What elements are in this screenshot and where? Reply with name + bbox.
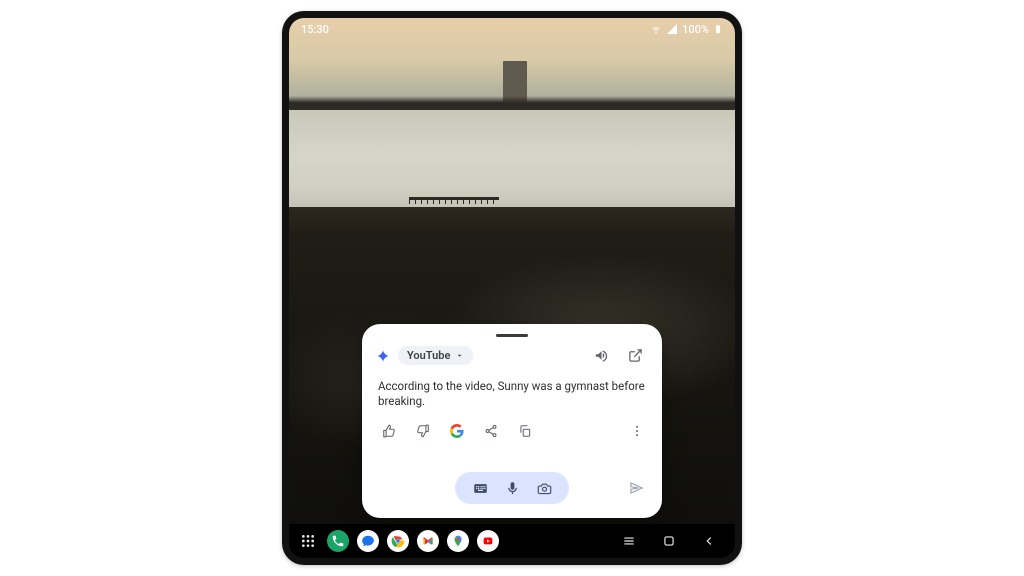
response-actions [378,420,648,442]
gmail-app-icon[interactable] [417,530,439,552]
messages-app-icon[interactable] [357,530,379,552]
device-screen: 15:30 100% YouTube [289,18,735,558]
more-options-button[interactable] [626,420,648,442]
taskbar [289,524,735,558]
speaker-icon [594,348,609,363]
share-button[interactable] [480,420,502,442]
camera-icon [537,481,552,496]
maps-app-icon[interactable] [447,530,469,552]
system-navigation [619,531,725,551]
status-right: 100% [650,23,723,36]
google-logo-icon [450,424,464,438]
open-in-new-icon [628,348,643,363]
chevron-down-icon [455,351,464,360]
battery-icon [713,23,723,35]
google-search-button[interactable] [446,420,468,442]
mic-button[interactable] [503,479,521,497]
apps-grid-icon [300,533,316,549]
youtube-app-icon[interactable] [477,530,499,552]
back-button[interactable] [699,531,719,551]
wifi-icon [650,23,662,35]
thumb-up-button[interactable] [378,420,400,442]
status-bar: 15:30 100% [289,18,735,40]
send-button[interactable] [629,481,644,496]
dock [327,530,499,552]
thumb-up-icon [382,424,396,438]
recents-button[interactable] [619,531,639,551]
status-time: 15:30 [301,23,329,36]
share-icon [484,424,498,438]
recents-icon [622,534,636,548]
speaker-button[interactable] [588,343,614,369]
status-battery-text: 100% [682,23,709,36]
keyboard-icon [473,481,488,496]
phone-app-icon[interactable] [327,530,349,552]
all-apps-button[interactable] [299,532,317,550]
chrome-app-icon[interactable] [387,530,409,552]
signal-icon [666,23,678,35]
thumb-down-button[interactable] [412,420,434,442]
home-icon [662,534,676,548]
input-mode-pill [455,472,569,504]
thumb-down-icon [416,424,430,438]
open-in-new-button[interactable] [622,343,648,369]
assistant-response-text: According to the video, Sunny was a gymn… [378,379,646,410]
gemini-spark-icon [376,349,390,363]
source-chip[interactable]: YouTube [398,346,473,365]
send-icon [629,481,644,496]
camera-button[interactable] [535,479,553,497]
source-chip-label: YouTube [407,349,450,362]
mic-icon [505,481,520,496]
assistant-input-row [376,470,648,506]
foldable-device-frame: 15:30 100% YouTube [282,11,742,565]
assistant-header: YouTube [376,343,648,369]
drag-handle[interactable] [496,334,528,337]
keyboard-button[interactable] [471,479,489,497]
assistant-panel: YouTube According to the video, Sunny wa… [362,324,662,518]
home-button[interactable] [659,531,679,551]
copy-button[interactable] [514,420,536,442]
more-vert-icon [630,424,644,438]
back-icon [702,534,716,548]
copy-icon [518,424,532,438]
